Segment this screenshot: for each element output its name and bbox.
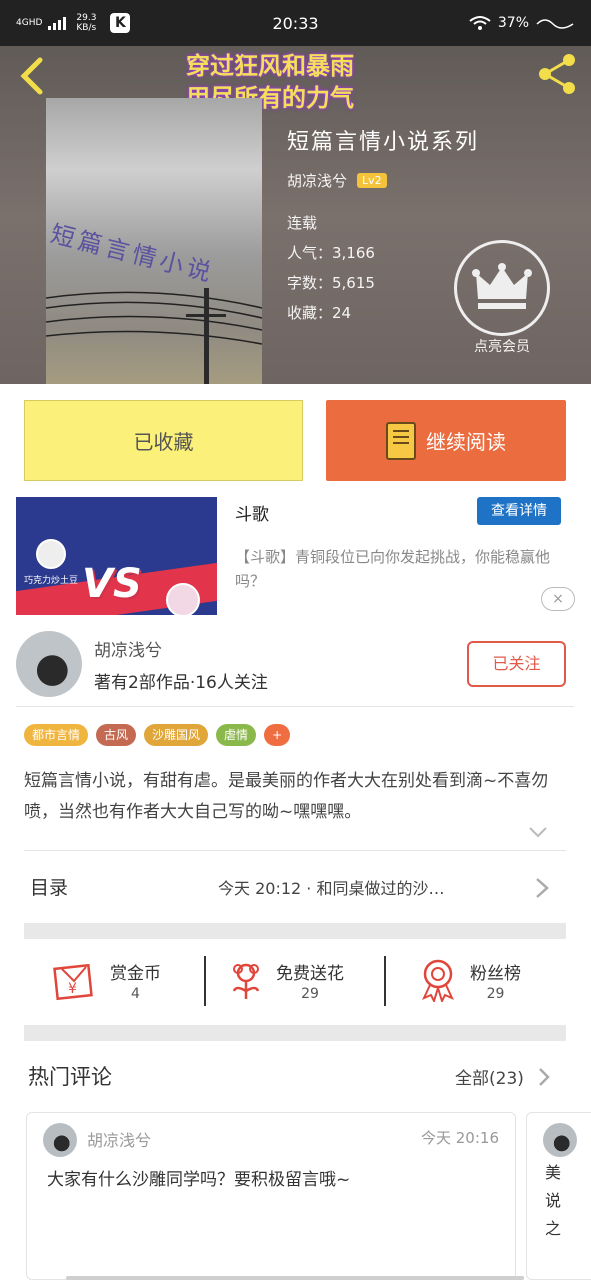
divider <box>204 956 206 1006</box>
divider <box>24 850 566 851</box>
followed-button[interactable]: 已关注 <box>467 641 566 687</box>
share-icon <box>539 54 575 94</box>
stat-label: 粉丝榜 <box>470 963 521 984</box>
ad-image[interactable]: 巧克力炒土豆 VS <box>16 497 217 615</box>
section-separator <box>24 923 566 939</box>
all-comments-link[interactable]: 全部(23) <box>455 1064 524 1089</box>
hero-author-name[interactable]: 胡凉浅兮 <box>287 170 347 191</box>
hero-author[interactable]: 胡凉浅兮 Lv2 <box>287 170 387 191</box>
vip-button[interactable] <box>454 240 550 336</box>
reward-coins[interactable]: ¥ 赏金币 4 <box>52 955 161 1005</box>
comment-text: 大家有什么沙雕同学吗？要积极留言哦~ <box>47 1170 351 1190</box>
word-count: 字数：5,615 <box>287 274 375 292</box>
power-lines-graphic <box>46 288 262 384</box>
medal-icon <box>422 959 454 1002</box>
hot-comments-title: 热门评论 <box>28 1065 112 1089</box>
share-button[interactable] <box>535 50 581 96</box>
section-separator <box>24 1025 566 1041</box>
latest-chapter[interactable]: 今天 20:12 · 和同桌做过的沙… <box>218 875 518 899</box>
add-tag-button[interactable]: + <box>264 724 291 746</box>
ad-avatar <box>36 539 66 569</box>
flower-icon <box>232 963 260 999</box>
stat-value: 29 <box>486 985 505 1002</box>
divider <box>16 706 574 707</box>
chevron-left-icon <box>20 57 43 95</box>
book-cover[interactable]: 短篇言情小说 <box>46 98 262 384</box>
free-flowers[interactable]: 免费送花 29 <box>228 955 344 1005</box>
ad-avatar-name: 巧克力炒土豆 <box>24 576 79 586</box>
book-header: 穿过狂风和暴雨 用尽所有的力气 短篇言情小说 短篇言情小说系列 胡凉浅兮 Lv2… <box>0 46 591 384</box>
favorited-button[interactable]: 已收藏 <box>24 400 303 481</box>
tag-item[interactable]: 虐情 <box>216 724 257 746</box>
popularity: 人气：3,166 <box>287 244 375 262</box>
fan-ranking[interactable]: 粉丝榜 29 <box>418 955 521 1005</box>
book-icon <box>386 421 416 460</box>
comment-card[interactable]: 美说之 <box>526 1112 591 1280</box>
divider <box>384 956 386 1006</box>
author-name[interactable]: 胡凉浅兮 <box>94 636 162 661</box>
book-meta: 连载 人气：3,166 字数：5,615 收藏：24 <box>287 208 375 328</box>
ad-description[interactable]: 【斗歌】青铜段位已向你发起挑战，你能稳赢他吗？ <box>235 545 565 593</box>
favorite-count: 收藏：24 <box>287 304 352 322</box>
comment-time: 今天 20:16 <box>421 1129 499 1147</box>
tag-item[interactable]: 都市言情 <box>24 724 89 746</box>
continue-reading-label: 继续阅读 <box>426 430 506 454</box>
tag-item[interactable]: 古风 <box>96 724 137 746</box>
author-avatar[interactable] <box>16 631 82 697</box>
carousel-scroll-indicator <box>66 1276 524 1280</box>
avatar[interactable] <box>543 1123 577 1157</box>
tag-list: 都市言情 古风 沙雕国风 虐情 + <box>24 724 291 746</box>
vip-label: 点亮会员 <box>474 339 530 355</box>
ad-title[interactable]: 斗歌 <box>235 500 269 525</box>
chevron-right-icon[interactable] <box>533 876 551 900</box>
book-status: 连载 <box>287 214 318 232</box>
ad-opponent-avatar <box>166 583 200 615</box>
stat-value: 4 <box>131 985 140 1002</box>
back-button[interactable] <box>16 54 52 98</box>
clock: 20:33 <box>272 13 319 33</box>
chevron-right-icon[interactable] <box>536 1066 552 1088</box>
vs-logo: VS <box>82 561 142 607</box>
author-stats: 著有2部作品·16人关注 <box>94 673 268 693</box>
comment-text-partial: 美说之 <box>545 1163 562 1238</box>
ad-close-button[interactable]: × <box>541 587 575 611</box>
avatar[interactable] <box>43 1123 77 1157</box>
book-description: 短篇言情小说，有甜有虐。是最美丽的作者大大在别处看到滴~不喜勿喷，当然也有作者大… <box>24 771 549 822</box>
stat-label: 赏金币 <box>110 963 161 984</box>
book-title: 短篇言情小说系列 <box>287 130 480 155</box>
crown-icon <box>472 263 532 309</box>
comment-author[interactable]: 胡凉浅兮 <box>87 1127 151 1151</box>
view-details-button[interactable]: 查看详情 <box>477 497 561 525</box>
catalog-label[interactable]: 目录 <box>30 873 68 900</box>
comment-card[interactable]: 胡凉浅兮 今天 20:16 大家有什么沙雕同学吗？要积极留言哦~ <box>26 1112 516 1280</box>
red-envelope-icon: ¥ <box>53 963 93 1001</box>
expand-chevron-icon[interactable] <box>528 826 548 838</box>
stat-label: 免费送花 <box>276 963 344 984</box>
continue-reading-button[interactable]: 继续阅读 <box>326 400 566 481</box>
slogan-line-1: 穿过狂风和暴雨 <box>186 52 354 80</box>
status-bar: 4GHD 29.3 KB/s K 20:33 37% <box>0 0 591 46</box>
svg-text:¥: ¥ <box>68 981 77 997</box>
level-badge: Lv2 <box>357 173 387 188</box>
stat-value: 29 <box>301 985 319 1002</box>
tag-item[interactable]: 沙雕国风 <box>144 724 209 746</box>
